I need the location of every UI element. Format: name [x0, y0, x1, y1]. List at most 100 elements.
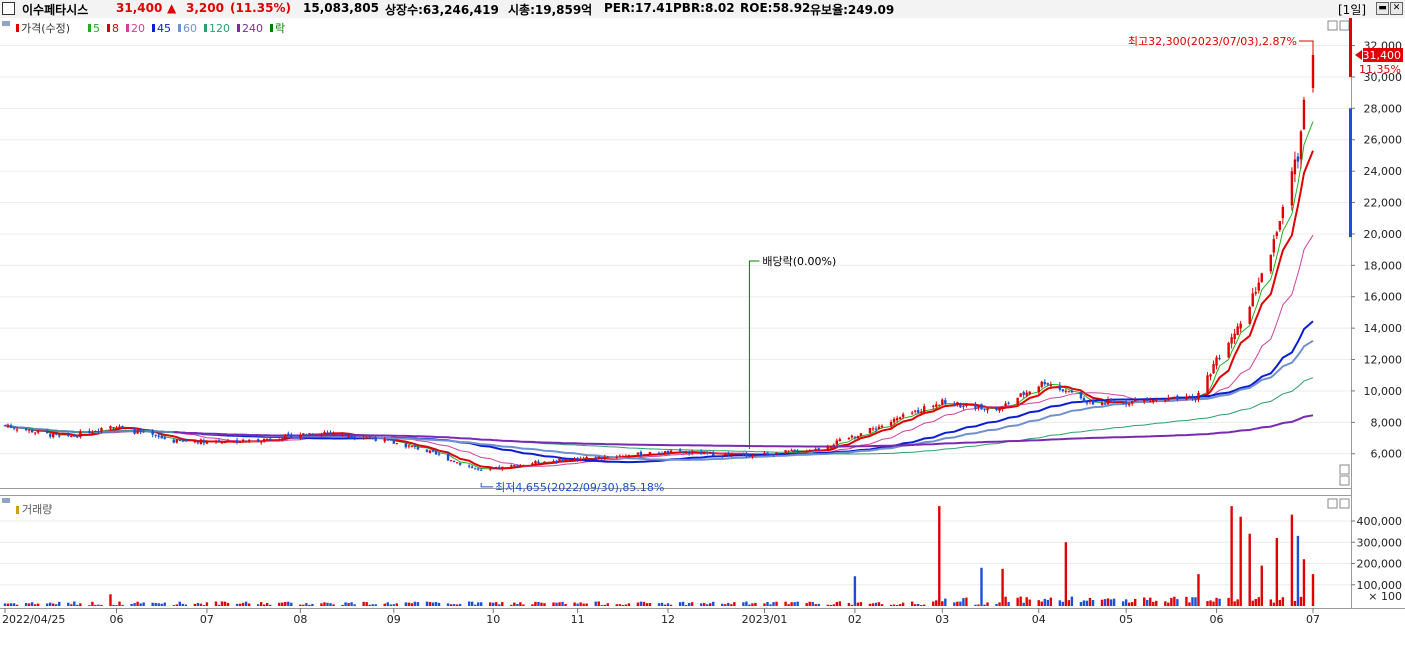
price-legend-label: 가격(수정)	[21, 22, 70, 35]
candle-body	[814, 448, 817, 451]
candle-body	[45, 430, 49, 434]
candle-body	[1079, 392, 1083, 399]
candle-body	[663, 451, 667, 454]
listed-shares: 상장수:63,246,419	[385, 3, 499, 17]
volume-bar	[558, 602, 561, 606]
volume-bar	[133, 603, 136, 606]
candle-body	[341, 433, 344, 435]
price-tick-label: 8,000	[1371, 416, 1403, 429]
current-change-label: 11.35%	[1359, 63, 1401, 76]
candle-body	[1251, 293, 1254, 307]
candle-body	[202, 440, 206, 444]
volume-bar	[278, 602, 281, 606]
candle-body	[681, 451, 685, 453]
volume-bar	[446, 603, 450, 606]
candle-body	[618, 455, 622, 457]
volume-bar	[238, 603, 242, 606]
candle-body	[793, 449, 796, 451]
volume-bar	[1185, 596, 1188, 606]
candle-body	[498, 466, 501, 469]
volume-bar	[832, 604, 836, 606]
volume-bar	[1233, 601, 1236, 606]
candle-body	[9, 425, 13, 428]
zoom-in-icon[interactable]	[1339, 475, 1350, 486]
volume-bar	[1170, 597, 1173, 606]
volume-bar	[1146, 599, 1149, 606]
select-checkbox[interactable]	[2, 2, 15, 15]
volume-bar	[754, 602, 757, 606]
volume-pane-icon[interactable]	[2, 498, 10, 503]
volume-bar	[365, 602, 368, 606]
candle-body	[998, 408, 1001, 411]
candle-body	[70, 436, 73, 438]
pbr-value: PBR:8.02	[673, 1, 735, 15]
volume-bar	[15, 604, 19, 606]
candle-body	[1293, 159, 1297, 175]
stock-chart[interactable]: 가격(수정) 5 8 20 45 60 120 240 락 거래량 최고32,300(2023/…	[0, 18, 1405, 648]
volume-bar	[877, 602, 881, 606]
candle-body	[392, 439, 395, 444]
date-tick-label: 05	[1119, 613, 1133, 626]
volume-bar	[959, 601, 962, 606]
volume-bar	[977, 604, 980, 606]
period-selector[interactable]: [1일]	[1338, 1, 1366, 18]
candle-body	[431, 450, 435, 452]
volume-bar	[953, 602, 956, 606]
minimize-icon[interactable]: ▬	[1376, 2, 1389, 15]
volume-bar	[91, 601, 94, 606]
candle-body	[455, 462, 459, 464]
volume-bar	[428, 601, 432, 606]
volume-bar	[368, 604, 371, 606]
volume-bar	[669, 604, 673, 606]
candle-body	[1281, 207, 1285, 219]
volume-bar	[1152, 601, 1155, 606]
volume-pane-close-icon[interactable]	[1339, 498, 1350, 509]
volume-bar	[58, 601, 61, 606]
pane-restore-icon[interactable]	[1327, 20, 1338, 31]
close-icon[interactable]: ✕	[1390, 2, 1403, 15]
volume-bar	[597, 601, 600, 606]
zoom-out-icon[interactable]	[1339, 464, 1350, 475]
candle-body	[1067, 391, 1071, 393]
candle-body	[389, 439, 392, 441]
volume-bar	[247, 603, 251, 606]
candle-body	[407, 445, 411, 447]
candle-body	[1296, 156, 1300, 162]
candle-body	[1112, 401, 1116, 403]
candle-body	[962, 406, 965, 408]
candle-body	[458, 462, 462, 465]
candle-body	[1146, 399, 1149, 401]
volume-bar	[36, 603, 40, 606]
volume-bar	[323, 602, 326, 606]
candle-body	[1049, 384, 1052, 386]
volume-bar	[290, 602, 293, 606]
candle-body	[1007, 402, 1010, 404]
candle-body	[184, 439, 188, 442]
legend-item-240: 240	[242, 22, 263, 35]
volume-bar	[606, 603, 609, 606]
volume-bar	[901, 602, 905, 606]
candle-body	[733, 453, 736, 455]
candle-body	[1209, 374, 1212, 377]
candle-body	[1197, 392, 1200, 400]
candle-body	[829, 445, 832, 448]
stock-name[interactable]: 이수페타시스	[22, 1, 88, 18]
candle-body	[1106, 399, 1110, 405]
candle-body	[311, 434, 314, 436]
volume-pane-restore-icon[interactable]	[1327, 498, 1338, 509]
volume-bar	[576, 603, 579, 606]
candle-body	[751, 454, 754, 457]
change-percent: (11.35%)	[230, 1, 291, 15]
volume-bar	[621, 605, 625, 606]
volume-bar	[178, 601, 182, 606]
volume-tick-label: 200,000	[1357, 558, 1403, 571]
volume-bar	[136, 601, 139, 606]
pane-close-icon[interactable]	[1339, 20, 1350, 31]
candle-body	[133, 428, 136, 434]
candle-body	[1299, 131, 1303, 160]
price-pane-icon[interactable]	[2, 21, 10, 26]
candle-body	[100, 428, 103, 433]
candle-body	[712, 452, 715, 456]
date-tick-label: 2023/01	[742, 613, 788, 626]
candle-body	[1233, 333, 1236, 340]
